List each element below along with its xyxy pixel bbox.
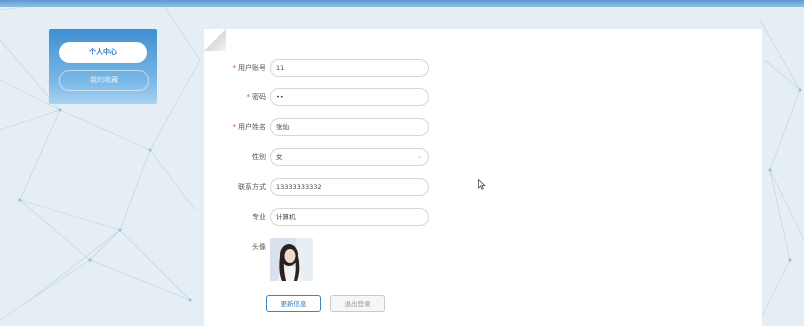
name-input[interactable]: 张灿 — [270, 118, 429, 136]
required-mark: * — [232, 64, 237, 72]
update-info-button[interactable]: 更新信息 — [266, 295, 321, 312]
gender-label: 性别 — [252, 153, 266, 161]
password-input[interactable]: •• — [270, 88, 429, 106]
account-label: * 用户账号 — [206, 59, 267, 77]
major-label: 专业 — [252, 213, 266, 221]
required-mark: * — [246, 93, 251, 101]
account-label-text: 用户账号 — [238, 64, 266, 72]
page-curl-decoration — [204, 29, 226, 51]
avatar[interactable] — [270, 238, 313, 281]
gender-value: 女 — [276, 153, 283, 161]
name-label: * 用户姓名 — [206, 118, 267, 136]
password-label: * 密码 — [206, 88, 267, 106]
sidebar-item-personal-center[interactable]: 个人中心 — [59, 42, 147, 63]
required-mark: * — [232, 123, 237, 131]
name-label-text: 用户姓名 — [238, 123, 266, 131]
avatar-image — [270, 238, 313, 281]
phone-label: 联系方式 — [238, 183, 266, 191]
sidebar: 个人中心 我的收藏 — [49, 29, 157, 104]
account-input[interactable]: 11 — [270, 59, 429, 77]
password-label-text: 密码 — [252, 93, 266, 101]
mouse-cursor-icon — [478, 179, 486, 190]
sidebar-item-my-favorites[interactable]: 我的收藏 — [59, 70, 149, 91]
gender-select[interactable]: 女 ⌄ — [270, 148, 429, 166]
phone-input[interactable]: 13333333332 — [270, 178, 429, 196]
avatar-label: 头像 — [252, 243, 266, 251]
logout-button[interactable]: 退出登录 — [330, 295, 385, 312]
top-bar — [0, 0, 804, 7]
chevron-down-icon: ⌄ — [416, 153, 422, 160]
major-input[interactable]: 计算机 — [270, 208, 429, 226]
